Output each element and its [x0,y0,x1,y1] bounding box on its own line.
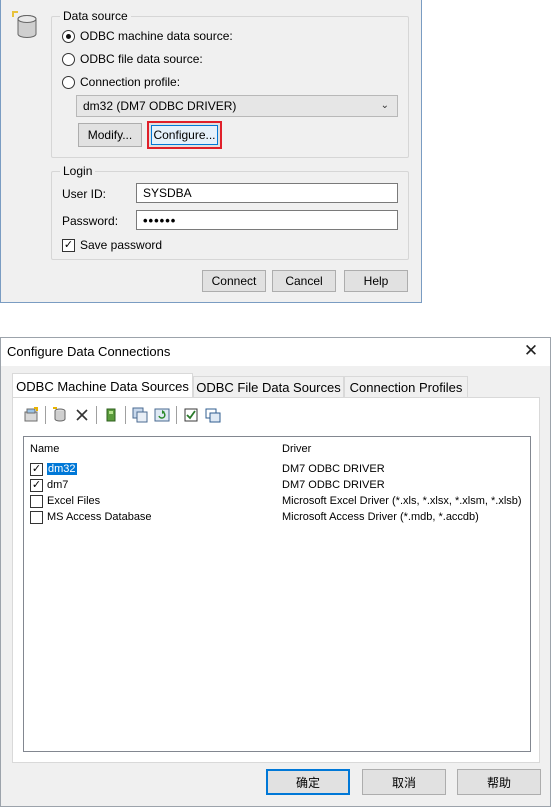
window-title: Configure Data Connections [7,344,171,359]
cancel-button[interactable]: Cancel [272,270,336,292]
list-item[interactable]: MS Access Database Microsoft Access Driv… [24,509,530,525]
dialog-help-button-label: 帮助 [486,775,511,790]
toolbar-separator [125,406,126,424]
tab-odbc-machine-data-sources[interactable]: ODBC Machine Data Sources [12,373,193,398]
close-icon[interactable]: ✕ [520,341,542,363]
radio-profile-label: Connection profile: [80,75,181,89]
driver-icon[interactable] [103,407,119,423]
tab-label: ODBC Machine Data Sources [16,378,189,394]
tab-odbc-file-data-sources[interactable]: ODBC File Data Sources [193,376,344,398]
radio-machine-source[interactable]: ODBC machine data source: [62,29,233,43]
title-bar: Configure Data Connections ✕ [1,338,550,366]
tab-panel: Name Driver ✓ dm32 DM7 ODBC DRIVER ✓ dm7… [12,397,540,763]
refresh-icon[interactable] [154,407,170,423]
toolbar-separator [45,406,46,424]
user-id-value: SYSDBA [143,186,192,200]
column-header-driver[interactable]: Driver [282,443,311,455]
chevron-down-icon[interactable]: ⌄ [381,100,389,111]
list-item[interactable]: ✓ dm32 DM7 ODBC DRIVER [24,461,530,477]
radio-button[interactable] [62,52,75,66]
radio-button[interactable] [62,75,75,89]
database-icon[interactable] [52,407,68,423]
ok-button-label: 确定 [295,775,320,790]
password-label: Password: [62,214,119,228]
save-password-checkbox[interactable]: ✓ Save password [62,238,162,252]
check-all-icon[interactable] [183,407,199,423]
row-driver: Microsoft Access Driver (*.mdb, *.accdb) [282,511,479,523]
row-name: MS Access Database [47,511,152,523]
help-button-label: Help [363,274,389,288]
database-icon [12,11,37,38]
toolbar-separator [176,406,177,424]
windows-icon[interactable] [205,407,221,423]
modify-button-label: Modify... [87,128,133,142]
password-input[interactable]: •••••• [136,210,398,230]
data-source-select[interactable]: dm32 (DM7 ODBC DRIVER) ⌄ [76,95,398,117]
toolbar [23,406,221,424]
data-source-select-value: dm32 (DM7 ODBC DRIVER) [83,99,237,113]
ok-button[interactable]: 确定 [266,769,350,795]
list-item[interactable]: Excel Files Microsoft Excel Driver (*.xl… [24,493,530,509]
row-checkbox[interactable] [30,510,43,524]
configure-button-label: Configure... [153,128,216,142]
radio-file-source[interactable]: ODBC file data source: [62,52,203,66]
configure-data-connections-dialog: Configure Data Connections ✕ ODBC Machin… [0,337,551,807]
user-id-input[interactable]: SYSDBA [136,183,398,203]
configure-button[interactable]: Configure... [147,121,222,149]
help-button[interactable]: Help [344,270,408,292]
dialog-cancel-button[interactable]: 取消 [362,769,446,795]
radio-connection-profile[interactable]: Connection profile: [62,75,180,89]
radio-file-label: ODBC file data source: [80,52,203,66]
delete-icon[interactable] [74,407,90,423]
connect-button-label: Connect [211,274,257,288]
row-driver: Microsoft Excel Driver (*.xls, *.xlsx, *… [282,495,522,507]
data-source-group: Data source ODBC machine data source: OD… [51,9,409,158]
login-group: Login User ID: SYSDBA Password: •••••• ✓… [51,164,409,260]
login-legend: Login [60,164,96,178]
modify-button[interactable]: Modify... [78,123,142,147]
tab-connection-profiles[interactable]: Connection Profiles [344,376,468,398]
radio-machine-label: ODBC machine data source: [80,29,233,43]
row-name: Excel Files [47,495,101,507]
save-password-label: Save password [80,238,163,252]
cancel-button-label: Cancel [285,274,323,288]
list-item[interactable]: ✓ dm7 DM7 ODBC DRIVER [24,477,530,493]
password-value: •••••• [143,212,177,228]
list-body: ✓ dm32 DM7 ODBC DRIVER ✓ dm7 DM7 ODBC DR… [24,461,530,525]
copy-icon[interactable] [132,407,148,423]
data-source-legend: Data source [60,9,131,23]
row-name: dm32 [47,463,77,475]
connect-button[interactable]: Connect [202,270,266,292]
checkbox[interactable]: ✓ [62,238,75,252]
row-driver: DM7 ODBC DRIVER [282,479,385,491]
data-sources-list: Name Driver ✓ dm32 DM7 ODBC DRIVER ✓ dm7… [23,436,531,752]
tab-label: ODBC File Data Sources [196,380,341,395]
column-header-name[interactable]: Name [30,443,59,455]
connection-dialog: Data source ODBC machine data source: OD… [0,0,422,303]
user-id-label: User ID: [62,187,107,201]
row-driver: DM7 ODBC DRIVER [282,463,385,475]
new-icon[interactable] [23,407,39,423]
radio-button-selected[interactable] [62,29,75,43]
row-name: dm7 [47,479,69,491]
row-checkbox[interactable] [30,494,43,508]
dialog-cancel-button-label: 取消 [391,775,416,790]
row-checkbox[interactable]: ✓ [30,462,43,476]
toolbar-separator [96,406,97,424]
tab-label: Connection Profiles [349,380,463,395]
dialog-help-button[interactable]: 帮助 [457,769,541,795]
row-checkbox[interactable]: ✓ [30,478,43,492]
